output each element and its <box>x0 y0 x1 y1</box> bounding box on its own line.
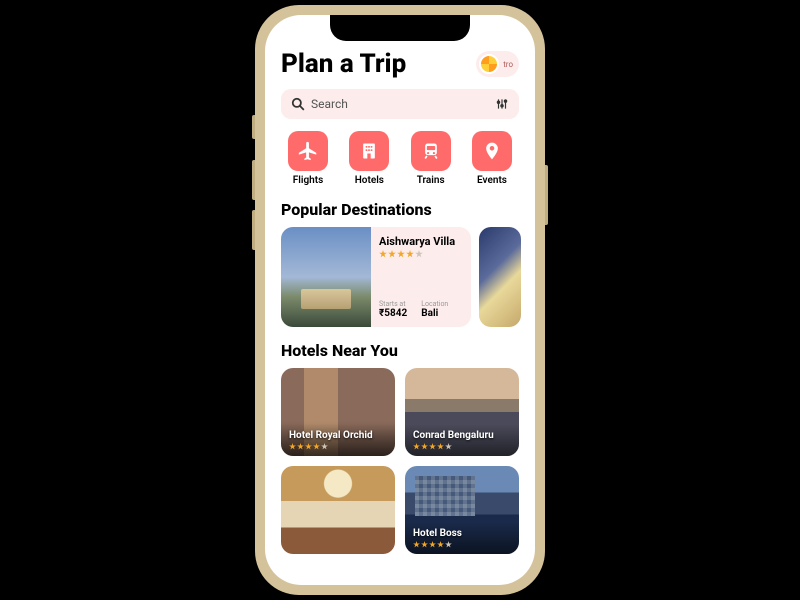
header: Plan a Trip tro <box>281 49 519 79</box>
section-title-popular: Popular Destinations <box>281 200 519 219</box>
page-title: Plan a Trip <box>281 49 406 79</box>
popular-card-info: Aishwarya Villa Starts at ₹5842 <box>371 227 471 327</box>
price-label: Starts at <box>379 300 407 308</box>
category-events[interactable]: Events <box>465 131 519 186</box>
search-icon <box>291 97 305 111</box>
phone-screen: Plan a Trip tro Search <box>265 15 535 585</box>
star-icon <box>415 250 423 258</box>
search-bar[interactable]: Search <box>281 89 519 119</box>
section-title-near: Hotels Near You <box>281 341 519 360</box>
location-label: Location <box>421 300 448 308</box>
star-icon <box>413 541 420 548</box>
star-icon <box>413 443 420 450</box>
train-icon <box>411 131 451 171</box>
star-icon <box>437 541 444 548</box>
hotel-card[interactable]: Hotel Royal Orchid <box>281 368 395 456</box>
star-icon <box>429 541 436 548</box>
hotel-card[interactable] <box>281 466 395 554</box>
hotel-name: Hotel Boss <box>413 528 511 539</box>
rating-stars <box>413 443 511 450</box>
avatar-name: tro <box>503 60 513 69</box>
popular-card-name: Aishwarya Villa <box>379 235 463 248</box>
phone-frame: Plan a Trip tro Search <box>255 5 545 595</box>
category-label: Flights <box>293 175 323 186</box>
star-icon <box>388 250 396 258</box>
avatar-chip[interactable]: tro <box>476 51 519 77</box>
category-label: Hotels <box>355 175 384 186</box>
phone-button <box>545 165 548 225</box>
star-icon <box>305 443 312 450</box>
avatar-icon <box>479 54 499 74</box>
category-label: Events <box>477 175 507 186</box>
popular-card[interactable]: Aishwarya Villa Starts at ₹5842 <box>281 227 471 327</box>
hotels-grid: Hotel Royal Orchid Conrad Bengaluru <box>281 368 519 554</box>
star-icon <box>313 443 320 450</box>
star-icon <box>406 250 414 258</box>
star-icon <box>397 250 405 258</box>
hotel-card[interactable]: Hotel Boss <box>405 466 519 554</box>
app-root: Plan a Trip tro Search <box>265 15 535 585</box>
star-icon <box>379 250 387 258</box>
star-icon <box>429 443 436 450</box>
category-flights[interactable]: Flights <box>281 131 335 186</box>
phone-button <box>252 160 255 200</box>
star-icon <box>321 443 328 450</box>
plane-icon <box>288 131 328 171</box>
star-icon <box>437 443 444 450</box>
category-row: Flights Hotels Trains <box>281 131 519 186</box>
star-icon <box>445 443 452 450</box>
star-icon <box>421 541 428 548</box>
category-trains[interactable]: Trains <box>404 131 458 186</box>
popular-row[interactable]: Aishwarya Villa Starts at ₹5842 <box>281 227 519 327</box>
phone-button <box>252 210 255 250</box>
star-icon <box>289 443 296 450</box>
search-placeholder: Search <box>311 97 495 111</box>
hotel-name: Conrad Bengaluru <box>413 430 511 441</box>
hotel-card[interactable]: Conrad Bengaluru <box>405 368 519 456</box>
phone-button <box>252 115 255 139</box>
price-value: ₹5842 <box>379 308 407 319</box>
star-icon <box>445 541 452 548</box>
hotel-name: Hotel Royal Orchid <box>289 430 387 441</box>
building-icon <box>349 131 389 171</box>
phone-notch <box>330 15 470 41</box>
rating-stars <box>379 250 463 258</box>
filter-icon[interactable] <box>495 97 509 111</box>
category-label: Trains <box>417 175 445 186</box>
rating-stars <box>413 541 511 548</box>
pin-icon <box>472 131 512 171</box>
star-icon <box>297 443 304 450</box>
location-value: Bali <box>421 308 448 319</box>
popular-card-peek[interactable] <box>479 227 521 327</box>
popular-card-image <box>281 227 371 327</box>
star-icon <box>421 443 428 450</box>
category-hotels[interactable]: Hotels <box>342 131 396 186</box>
rating-stars <box>289 443 387 450</box>
